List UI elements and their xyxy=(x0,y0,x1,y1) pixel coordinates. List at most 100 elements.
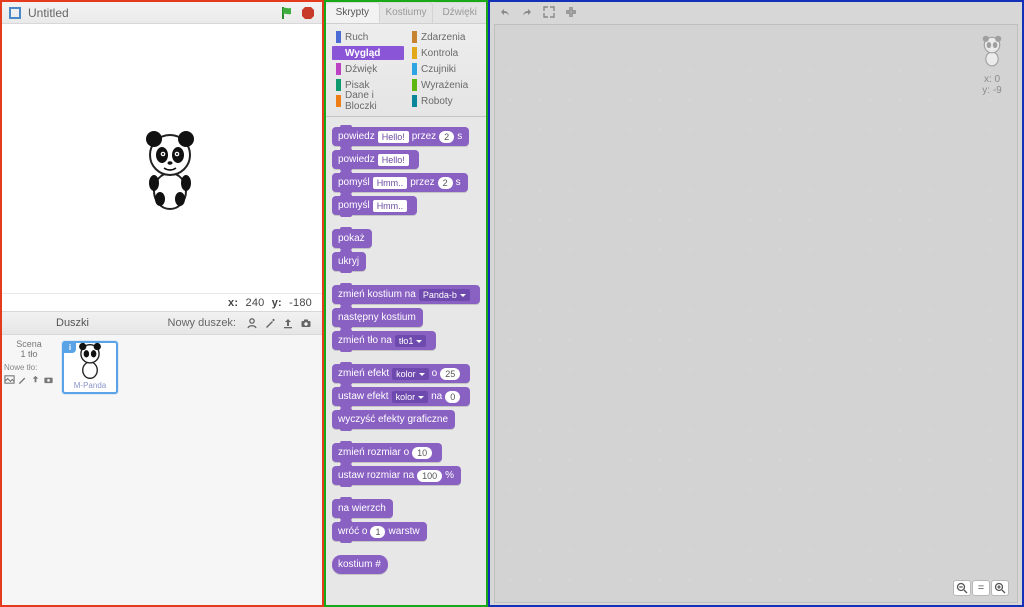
zoom-reset-button[interactable]: = xyxy=(972,580,990,596)
block[interactable]: ukryj xyxy=(332,252,366,271)
x-value: 240 xyxy=(246,297,265,309)
category-swatch xyxy=(336,79,341,91)
text-input-slot[interactable]: Hmm.. xyxy=(373,200,408,212)
block[interactable]: na wierzch xyxy=(332,499,393,518)
info-y-label: y: xyxy=(982,85,990,96)
category-label: Zdarzenia xyxy=(421,32,465,43)
block[interactable]: zmień efektkoloro25 xyxy=(332,364,470,383)
sprite-thumb-label: M-Panda xyxy=(66,381,114,390)
script-area[interactable]: x: 0 y: -9 = xyxy=(494,24,1018,603)
number-input-slot[interactable]: 0 xyxy=(445,391,460,403)
sprite-thumb-panda[interactable]: i M-Panda xyxy=(62,341,118,394)
block[interactable]: zmień rozmiar o10 xyxy=(332,443,442,462)
stage-coords: x: 240 y: -180 xyxy=(2,293,322,311)
stage-header: Untitled xyxy=(2,2,322,24)
number-input-slot[interactable]: 1 xyxy=(370,526,385,538)
category-label: Ruch xyxy=(345,32,368,43)
block[interactable]: następny kostium xyxy=(332,308,423,327)
category-wyrażenia[interactable]: Wyrażenia xyxy=(408,78,480,92)
expand-icon[interactable] xyxy=(542,5,556,19)
category-zdarzenia[interactable]: Zdarzenia xyxy=(408,30,480,44)
stop-icon[interactable] xyxy=(300,5,316,21)
category-ruch[interactable]: Ruch xyxy=(332,30,404,44)
paint-sprite-icon[interactable] xyxy=(262,315,278,331)
zoom-out-button[interactable] xyxy=(953,580,971,596)
info-x-value: 0 xyxy=(995,74,1001,85)
tab-skrypty[interactable]: Skrypty xyxy=(326,2,380,23)
paint-backdrop-icon[interactable] xyxy=(17,374,29,386)
script-sprite-thumb xyxy=(979,35,1005,72)
block[interactable]: powiedzHello!przez2s xyxy=(332,127,469,146)
info-x-label: x: xyxy=(984,74,992,85)
dropdown-slot[interactable]: tło1 xyxy=(395,335,427,347)
zoom-in-button[interactable] xyxy=(991,580,1009,596)
stage-panel: Untitled xyxy=(0,0,324,607)
block[interactable]: zmień tło natło1 xyxy=(332,331,436,350)
backdrop-library-icon[interactable] xyxy=(4,374,16,386)
sprite-toolbar: Duszki Nowy duszek: xyxy=(2,311,322,335)
shrink-icon[interactable] xyxy=(564,5,578,19)
block[interactable]: pokaż xyxy=(332,229,372,248)
info-y-value: -9 xyxy=(993,85,1002,96)
category-dane-i-bloczki[interactable]: Dane i Bloczki xyxy=(332,94,404,108)
category-kontrola[interactable]: Kontrola xyxy=(408,46,480,60)
text-input-slot[interactable]: Hmm.. xyxy=(373,177,408,189)
block[interactable]: powiedzHello! xyxy=(332,150,419,169)
category-roboty[interactable]: Roboty xyxy=(408,94,480,108)
undo-icon[interactable] xyxy=(498,5,512,19)
number-input-slot[interactable]: 2 xyxy=(438,177,453,189)
number-input-slot[interactable]: 2 xyxy=(439,131,454,143)
block[interactable]: pomyślHmm.. xyxy=(332,196,417,215)
number-input-slot[interactable]: 25 xyxy=(440,368,460,380)
text-input-slot[interactable]: Hello! xyxy=(378,154,409,166)
block[interactable]: zmień kostium naPanda-b xyxy=(332,285,480,304)
category-czujniki[interactable]: Czujniki xyxy=(408,62,480,76)
x-label: x: xyxy=(228,297,238,309)
block[interactable]: kostium # xyxy=(332,555,388,574)
block[interactable]: wyczyść efekty graficzne xyxy=(332,410,455,429)
category-label: Dźwięk xyxy=(345,64,377,75)
number-input-slot[interactable]: 100 xyxy=(417,470,442,482)
category-dźwięk[interactable]: Dźwięk xyxy=(332,62,404,76)
number-input-slot[interactable]: 10 xyxy=(412,447,432,459)
script-toolbar xyxy=(490,2,1022,22)
sprite-panda[interactable] xyxy=(140,129,200,220)
green-flag-icon[interactable] xyxy=(280,5,296,21)
sprites-label: Duszki xyxy=(56,317,89,329)
category-label: Wygląd xyxy=(345,48,380,59)
camera-backdrop-icon[interactable] xyxy=(42,374,54,386)
redo-icon[interactable] xyxy=(520,5,534,19)
tab-kostiumy[interactable]: Kostiumy xyxy=(380,2,434,23)
upload-backdrop-icon[interactable] xyxy=(30,374,42,386)
sprite-list: i M-Panda xyxy=(56,335,322,605)
upload-sprite-icon[interactable] xyxy=(280,315,296,331)
category-swatch xyxy=(336,95,341,107)
block[interactable]: wróć o1warstw xyxy=(332,522,427,541)
block[interactable]: pomyślHmm..przez2s xyxy=(332,173,468,192)
tab-dźwięki[interactable]: Dźwięki xyxy=(433,2,486,23)
block[interactable]: ustaw efektkolorna0 xyxy=(332,387,470,406)
category-swatch xyxy=(412,79,417,91)
dropdown-slot[interactable]: Panda-b xyxy=(419,289,470,301)
dropdown-slot[interactable]: kolor xyxy=(392,391,429,403)
dropdown-slot[interactable]: kolor xyxy=(392,368,429,380)
category-wygląd[interactable]: Wygląd xyxy=(332,46,404,60)
new-backdrop-label: Nowe tło: xyxy=(4,363,54,372)
category-swatch xyxy=(412,47,417,59)
fullscreen-icon[interactable] xyxy=(8,6,22,20)
sprite-info-badge[interactable]: i xyxy=(64,343,76,353)
category-label: Wyrażenia xyxy=(421,80,468,91)
lower-pane: Scena 1 tło Nowe tło: i xyxy=(2,335,322,605)
category-swatch xyxy=(412,95,417,107)
category-label: Pisak xyxy=(345,80,369,91)
block[interactable]: ustaw rozmiar na100% xyxy=(332,466,461,485)
sprite-library-icon[interactable] xyxy=(244,315,260,331)
category-swatch xyxy=(412,63,417,75)
category-label: Kontrola xyxy=(421,48,458,59)
script-sprite-info: x: 0 y: -9 xyxy=(979,35,1005,96)
stage-canvas[interactable] xyxy=(2,24,322,293)
camera-sprite-icon[interactable] xyxy=(298,315,314,331)
text-input-slot[interactable]: Hello! xyxy=(378,131,409,143)
scene-sub: 1 tło xyxy=(4,349,54,359)
backdrop-pane: Scena 1 tło Nowe tło: xyxy=(2,335,56,605)
